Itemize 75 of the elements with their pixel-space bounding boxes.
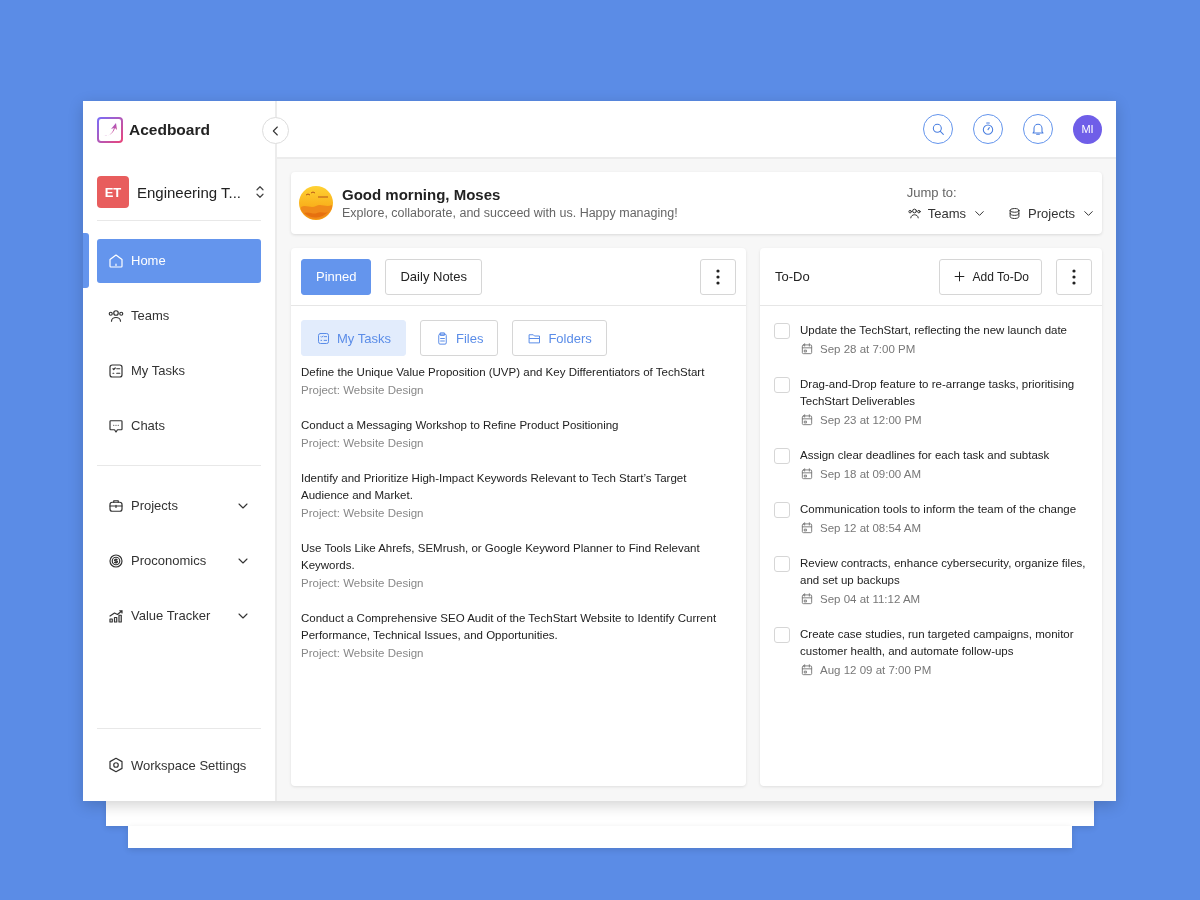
task-project: Project: Website Design	[301, 647, 425, 659]
more-icon	[716, 268, 720, 285]
checklist-icon	[107, 361, 125, 380]
due-date: Sep 18 at 09:00 AM	[820, 468, 922, 480]
task-title[interactable]: Use Tools Like Ahrefs, SEMrush, or Google Keyword Planner to Find Relevant Keywords.	[301, 540, 736, 574]
task-title[interactable]: Define the Unique Value Proposition (UVP) and Key Differentiators of TechStart	[301, 364, 736, 381]
workspace-name: Engineering T...	[137, 183, 241, 201]
due-date: Sep 04 at 11:12 AM	[820, 593, 921, 605]
nav-item[interactable]: Proconomics	[97, 538, 261, 583]
checkbox[interactable]	[774, 323, 790, 339]
database-icon	[1007, 206, 1023, 221]
task-title[interactable]: Conduct a Comprehensive SEO Audit of the TechStart Website to Identify Current Performance, Technical Issues, and Opportunities.	[301, 610, 736, 644]
checkbox[interactable]	[774, 448, 790, 464]
checklist-icon	[316, 330, 331, 346]
task-project: Project: Website Design	[301, 384, 425, 396]
todo-text: Update the TechStart, reflecting the new launch date	[800, 323, 1067, 338]
nav-item[interactable]: Chats	[97, 403, 261, 448]
due-date: Sep 12 at 08:54 AM	[820, 522, 922, 534]
user-avatar[interactable]: MI	[1073, 114, 1102, 144]
collapse-button[interactable]	[262, 117, 289, 144]
task-title[interactable]: Conduct a Messaging Workshop to Refine Product Positioning	[301, 417, 736, 434]
todo-text: Drag-and-Drop feature to re-arrange tasks, prioritising TechStart Deliverables	[800, 377, 1076, 409]
app-name: Acedboard	[129, 121, 210, 139]
greeting-subtitle: Explore, collaborate, and succeed with us. Happy managing!	[342, 206, 679, 220]
bell-icon	[1030, 121, 1046, 137]
users-icon	[906, 206, 922, 221]
task-project: Project: Website Design	[301, 507, 425, 519]
workspace-switcher[interactable]: ET Engineering T...	[97, 176, 269, 208]
nav-item[interactable]: My Tasks	[97, 348, 261, 393]
workspace-avatar: ET	[97, 176, 129, 208]
task-project: Project: Website Design	[301, 577, 425, 589]
settings-icon	[107, 756, 125, 774]
todo-text: Communication tools to inform the team of the change	[800, 502, 1077, 517]
greeting-title: Good morning, Moses	[342, 186, 502, 203]
due-date: Aug 12 09 at 7:00 PM	[820, 664, 932, 676]
checkbox[interactable]	[774, 502, 790, 518]
nav-item[interactable]: Teams	[97, 293, 261, 338]
calendar-icon	[800, 521, 814, 535]
plus-icon	[951, 269, 967, 284]
sunset-icon	[298, 185, 334, 221]
due-date: Sep 23 at 12:00 PM	[820, 414, 922, 426]
more-button[interactable]	[1056, 258, 1092, 295]
calendar-icon	[800, 467, 814, 481]
checkbox[interactable]	[774, 556, 790, 572]
calendar-icon	[800, 342, 814, 356]
calendar-icon	[800, 663, 814, 677]
add-todo-button[interactable]: Add To-Do	[938, 258, 1042, 295]
stopwatch-icon	[980, 121, 996, 137]
notifications-button[interactable]	[1023, 114, 1053, 144]
calendar-icon	[800, 413, 814, 427]
more-button[interactable]	[700, 258, 736, 295]
jump-label: Jump to:	[906, 185, 958, 200]
calendar-icon	[800, 592, 814, 606]
coin-icon	[107, 551, 125, 570]
nav-item[interactable]: Workspace Settings	[97, 743, 257, 787]
panel-title: To-Do	[774, 269, 810, 284]
jump-dropdown[interactable]: Teams	[906, 206, 988, 221]
active-indicator	[83, 233, 89, 288]
checkbox[interactable]	[774, 377, 790, 393]
nav-item[interactable]: Value Tracker	[97, 593, 261, 638]
jump-dropdown[interactable]: Projects	[1007, 206, 1096, 221]
task-project: Project: Website Design	[301, 437, 425, 449]
timer-button[interactable]	[973, 114, 1003, 144]
more-icon	[1072, 268, 1076, 285]
nav-item[interactable]: Projects	[97, 483, 261, 528]
due-date: Sep 28 at 7:00 PM	[820, 343, 916, 355]
todo-text: Create case studies, run targeted campaigns, monitor customer health, and automate follow-ups	[800, 627, 1075, 659]
search-icon	[930, 121, 946, 137]
search-button[interactable]	[923, 114, 953, 144]
checkbox[interactable]	[774, 627, 790, 643]
todo-text: Review contracts, enhance cybersecurity, organize files, and set up backups	[800, 556, 1087, 588]
task-title[interactable]: Identify and Prioritize High-Impact Keywords Relevant to Tech Start’s Target Audience and Market.	[301, 470, 736, 504]
tab[interactable]: Daily Notes	[385, 258, 482, 295]
todo-text: Assign clear deadlines for each task and subtask	[800, 448, 1050, 463]
logo-icon	[97, 117, 123, 143]
